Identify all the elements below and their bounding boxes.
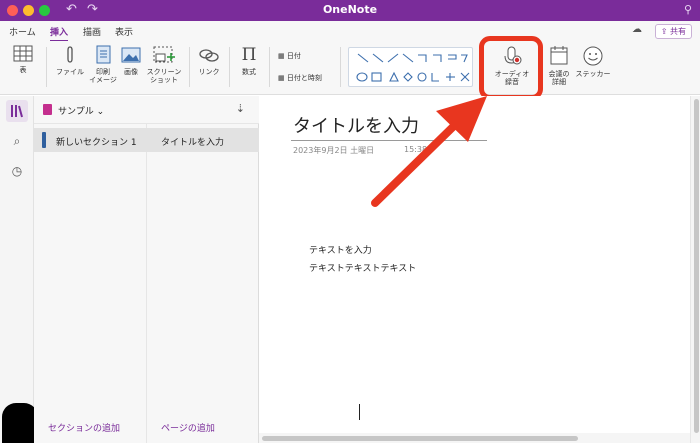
print-image-label-2: イメージ — [89, 76, 117, 84]
tab-home[interactable]: ホーム — [9, 25, 36, 38]
calendar-icon: ▦ — [278, 52, 287, 60]
share-button[interactable]: ⇪ 共有 — [654, 24, 692, 39]
title-underline — [291, 140, 487, 141]
share-label: 共有 — [670, 27, 686, 36]
ribbon-divider — [46, 47, 47, 87]
meeting-label-2: 詳細 — [552, 78, 566, 86]
text-caret — [359, 404, 360, 420]
section-color-tab — [42, 132, 46, 148]
smiley-icon — [583, 46, 603, 66]
add-section-button[interactable]: セクションの追加 — [48, 421, 120, 434]
screenshot-label-2: ショット — [150, 76, 178, 84]
picture-icon — [121, 47, 141, 63]
equation-button[interactable]: Π 数式 — [236, 45, 262, 76]
equation-label: 数式 — [242, 68, 256, 76]
table-icon — [13, 45, 33, 62]
page-list: タイトルを入力 ページの追加 — [147, 124, 259, 443]
notebook-icon — [43, 104, 52, 115]
search-icon[interactable]: ⌕ — [6, 130, 28, 152]
date-time-label: 日付と時刻 — [286, 74, 322, 82]
note-text-line[interactable]: テキストを入力 — [309, 243, 372, 256]
ribbon-divider — [229, 47, 230, 87]
account-icon[interactable]: ⚲ — [684, 2, 692, 18]
audio-highlight-box — [479, 36, 543, 100]
vertical-scrollbar[interactable] — [690, 96, 700, 443]
sticker-label: ステッカー — [575, 70, 611, 78]
horizontal-scroll-thumb[interactable] — [262, 436, 578, 441]
share-icon: ⇪ — [660, 27, 670, 36]
ribbon-divider — [269, 47, 270, 87]
tab-view[interactable]: 表示 — [115, 25, 133, 38]
table-button[interactable]: 表 — [8, 45, 38, 74]
meeting-label-1: 会議の — [548, 70, 570, 78]
date-button[interactable]: ▦ 日付 — [278, 51, 301, 61]
page-title[interactable]: タイトルを入力 — [293, 112, 419, 138]
paperclip-icon — [67, 46, 73, 63]
file-button[interactable]: ファイル — [55, 45, 85, 76]
file-label: ファイル — [56, 68, 84, 76]
title-bar: ↶ ↷ OneNote ⚲ — [0, 0, 700, 21]
page-date: 2023年9月2日 土曜日 — [293, 146, 375, 155]
date-label: 日付 — [286, 52, 301, 60]
recent-clock-icon[interactable]: ◷ — [6, 160, 28, 182]
tab-draw[interactable]: 描画 — [83, 25, 101, 38]
meeting-calendar-icon — [550, 46, 568, 65]
ribbon-divider — [340, 47, 341, 87]
redaction-blob — [2, 403, 38, 443]
link-label: リンク — [198, 68, 220, 76]
link-button[interactable]: リンク — [196, 45, 222, 76]
ribbon-insert: 表 ファイル 印刷 イメージ 画像 スクリーン ショット リンク Π 数式 ▦ … — [0, 41, 700, 95]
printout-icon — [96, 45, 111, 64]
navigation-rail: ⌕ ◷ — [0, 96, 34, 443]
ribbon-divider — [189, 47, 190, 87]
shapes-gallery[interactable] — [348, 47, 473, 87]
meeting-details-button[interactable]: 会議の 詳細 — [545, 45, 573, 86]
page-item[interactable]: タイトルを入力 — [147, 128, 259, 152]
sort-icon[interactable]: ⇣ — [236, 102, 245, 115]
chevron-down-icon: ⌄ — [96, 107, 105, 117]
link-icon — [199, 49, 219, 62]
screenshot-button[interactable]: スクリーン ショット — [146, 45, 182, 84]
notebook-name[interactable]: サンプル ⌄ — [58, 104, 104, 117]
screenshot-label-1: スクリーン — [146, 68, 182, 76]
shapes-icon — [356, 53, 470, 82]
ribbon-tabs: ホーム 挿入 描画 表示 ☁ ⇪ 共有 — [0, 21, 700, 42]
vertical-scroll-thumb[interactable] — [694, 99, 699, 433]
picture-label: 画像 — [124, 68, 138, 76]
sticker-button[interactable]: ステッカー — [573, 45, 613, 78]
add-page-button[interactable]: ページの追加 — [161, 421, 215, 434]
window-title: OneNote — [322, 3, 378, 16]
tab-insert[interactable]: 挿入 — [50, 25, 69, 42]
table-label: 表 — [19, 66, 27, 74]
calendar-clock-icon: ▦ — [278, 74, 287, 82]
notebook-header[interactable]: サンプル ⌄ ⇣ — [34, 96, 259, 124]
section-item[interactable]: 新しいセクション 1 — [34, 128, 147, 152]
pi-icon: Π — [241, 45, 257, 65]
date-time-button[interactable]: ▦ 日付と時刻 — [278, 73, 322, 83]
section-label: 新しいセクション 1 — [56, 138, 137, 148]
print-image-label-1: 印刷 — [96, 68, 110, 76]
section-list: 新しいセクション 1 セクションの追加 — [34, 124, 147, 443]
sync-cloud-icon[interactable]: ☁ — [632, 24, 642, 35]
page-item-label: タイトルを入力 — [161, 138, 225, 148]
notebooks-icon[interactable] — [6, 100, 28, 122]
picture-button[interactable]: 画像 — [118, 45, 144, 76]
page-time: 15:38 — [404, 145, 428, 154]
print-image-button[interactable]: 印刷 イメージ — [88, 45, 118, 84]
horizontal-scrollbar[interactable] — [259, 433, 690, 443]
note-text-line[interactable]: テキストテキストテキスト — [309, 261, 416, 274]
screenshot-icon — [153, 46, 175, 63]
page-canvas[interactable]: タイトルを入力 2023年9月2日 土曜日 15:38 テキストを入力 テキスト… — [259, 96, 690, 433]
